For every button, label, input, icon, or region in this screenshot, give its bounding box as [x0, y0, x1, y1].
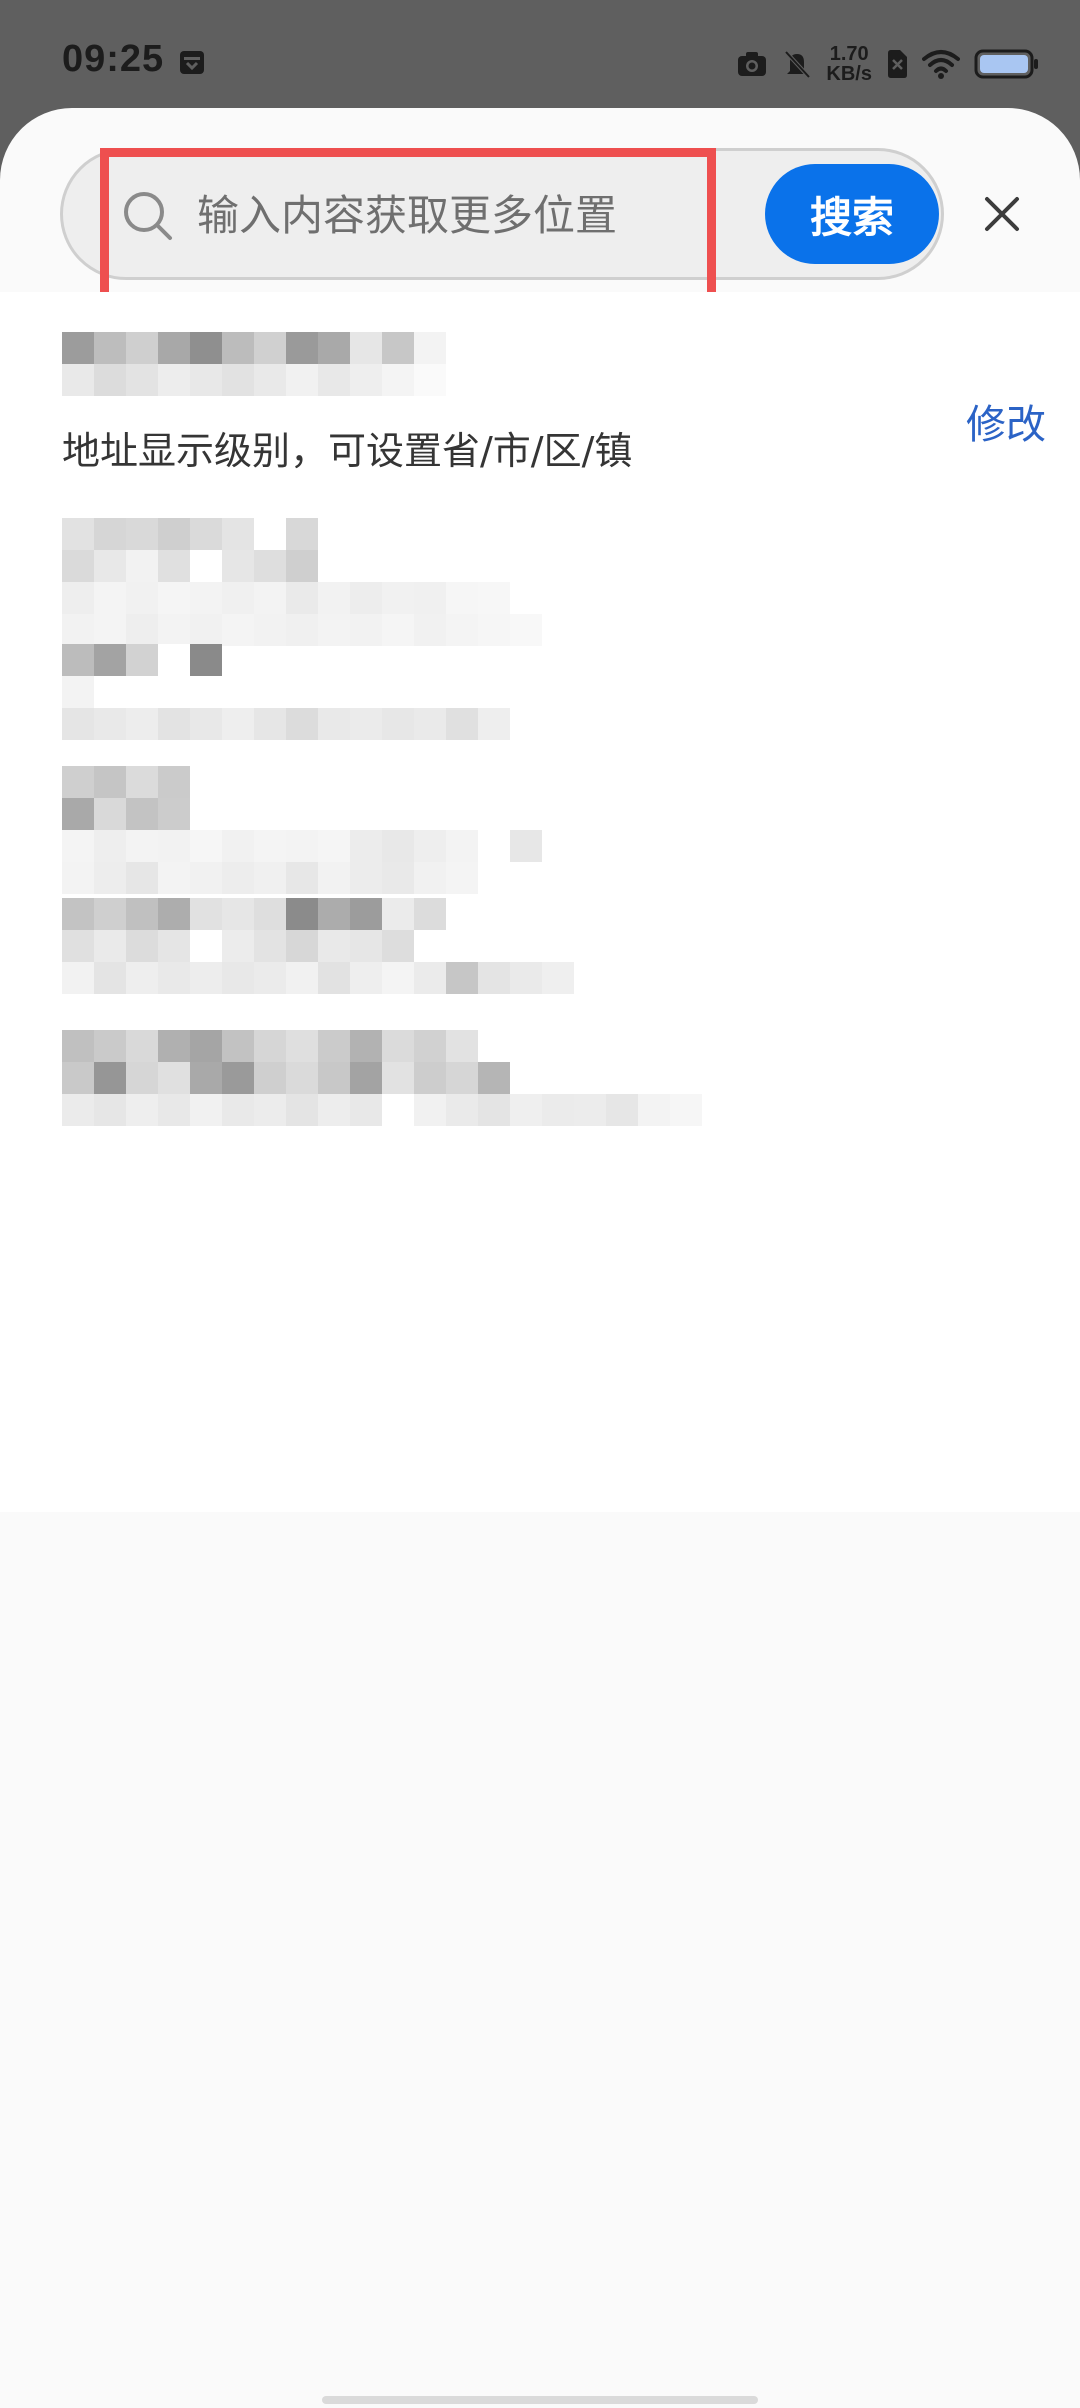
- redacted-location-name: [62, 332, 446, 396]
- address-level-hint: 地址显示级别，可设置省/市/区/镇: [62, 429, 633, 473]
- location-list-item[interactable]: [62, 644, 962, 764]
- location-picker-sheet: 搜索 地址显示级别，可设置省/市/区/镇 修改: [0, 108, 1080, 2408]
- redacted-location-text: [62, 644, 510, 740]
- camera-icon: [736, 50, 768, 78]
- redacted-location-text: [62, 518, 574, 646]
- redacted-location-text: [62, 898, 574, 994]
- location-list-item[interactable]: [62, 898, 962, 1028]
- network-speed-unit: KB/s: [826, 63, 872, 85]
- search-button[interactable]: 搜索: [765, 164, 939, 264]
- redacted-location-text: [62, 1030, 766, 1126]
- status-time: 09:25: [62, 38, 165, 80]
- mute-icon: [782, 49, 812, 79]
- calendar-icon: [178, 48, 206, 76]
- redacted-location-text: [62, 766, 542, 894]
- status-icons: 1.70 KB/s: [736, 40, 1040, 88]
- network-speed: 1.70 KB/s: [826, 44, 872, 84]
- search-input[interactable]: [195, 178, 719, 252]
- network-speed-value: 1.70: [829, 43, 869, 65]
- location-list-item[interactable]: [62, 518, 962, 646]
- battery-icon: [974, 48, 1040, 80]
- home-indicator: [322, 2396, 758, 2404]
- location-list-item[interactable]: [62, 766, 962, 896]
- location-list-item[interactable]: [62, 1030, 962, 1170]
- location-list: 地址显示级别，可设置省/市/区/镇 修改: [0, 292, 1080, 1512]
- modify-address-level-link[interactable]: 修改: [966, 392, 1046, 450]
- sim-off-icon: [886, 49, 908, 79]
- wifi-icon: [922, 49, 960, 79]
- close-icon[interactable]: [982, 194, 1022, 234]
- search-icon: [122, 190, 174, 246]
- status-bar: 09:25 1.70 KB/s: [0, 0, 1080, 110]
